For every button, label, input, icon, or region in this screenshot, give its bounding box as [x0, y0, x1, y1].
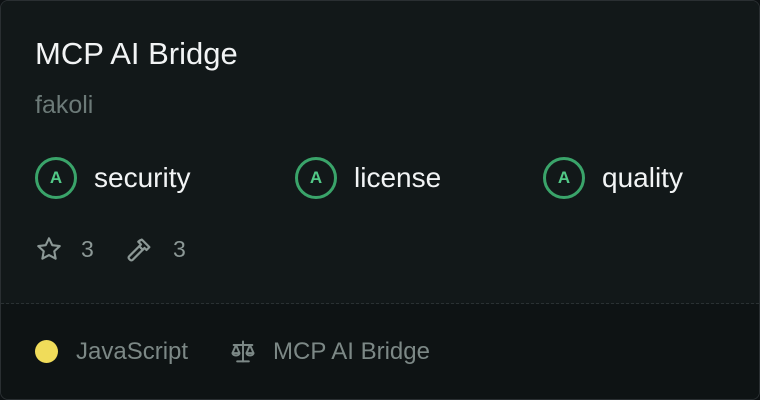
- quality-grade-badge: A: [543, 157, 585, 199]
- hammer-icon: [127, 238, 151, 262]
- tools-stat: 3: [125, 233, 186, 265]
- scale-icon: [231, 340, 255, 363]
- security-label: security: [94, 162, 191, 193]
- server-owner[interactable]: fakoli: [35, 90, 93, 120]
- tools-count: 3: [173, 235, 186, 262]
- card-body: MCP AI Bridge fakoli A security A licens…: [1, 1, 759, 303]
- server-title[interactable]: MCP AI Bridge: [35, 35, 238, 73]
- security-score: A security: [35, 154, 190, 202]
- language-label: JavaScript: [76, 338, 189, 365]
- license-score: A license: [295, 154, 441, 202]
- server-card[interactable]: MCP AI Bridge fakoli A security A licens…: [0, 0, 760, 400]
- security-grade-badge: A: [35, 157, 77, 199]
- license-label: license: [354, 162, 442, 193]
- quality-score: A quality: [543, 154, 683, 202]
- license-name[interactable]: MCP AI Bridge: [273, 337, 430, 367]
- license-grade-badge: A: [295, 157, 337, 199]
- language-color-dot: [35, 340, 58, 363]
- star-icon: [37, 237, 61, 260]
- stars-stat: 3: [35, 233, 94, 265]
- stars-count: 3: [81, 235, 94, 262]
- quality-label: quality: [602, 162, 683, 193]
